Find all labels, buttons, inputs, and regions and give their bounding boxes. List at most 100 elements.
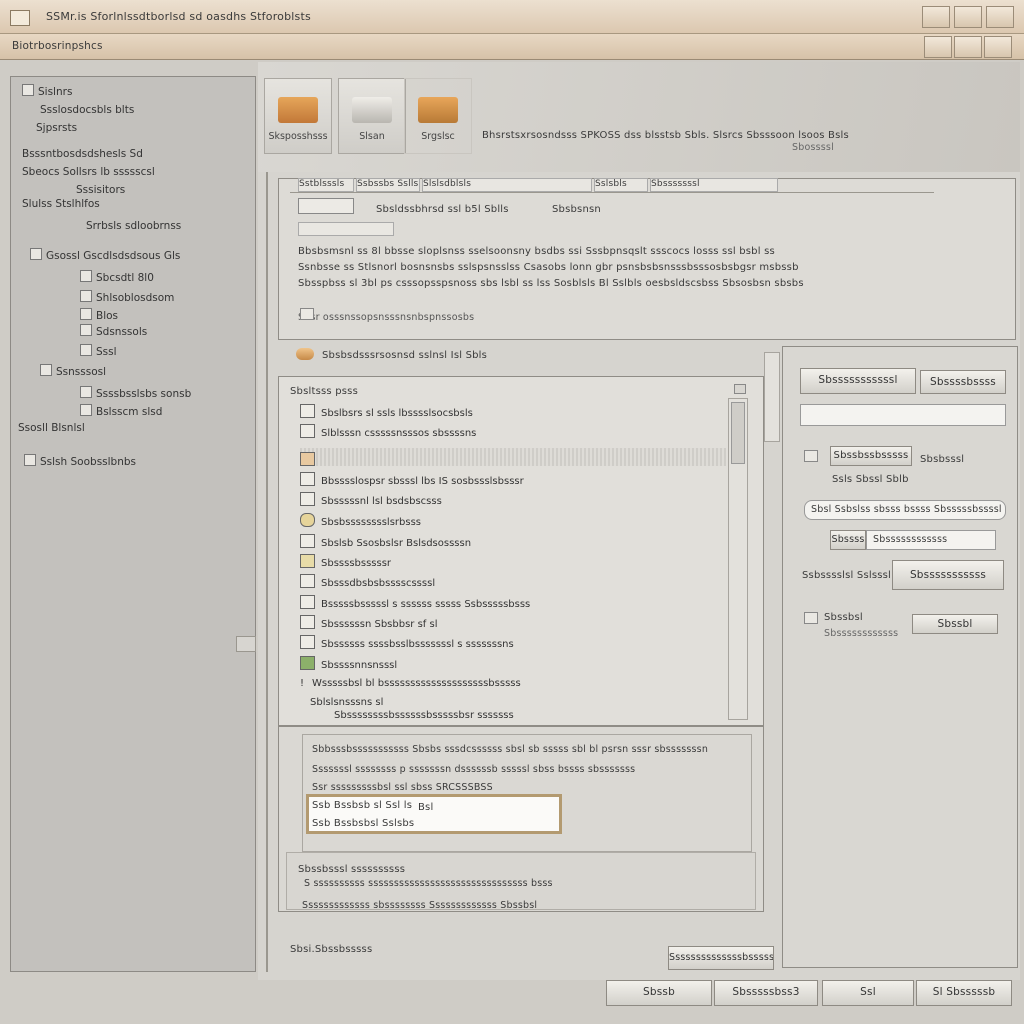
list-item[interactable]: Sbslsb Ssosbslsr Bslsdsossssn: [300, 534, 471, 549]
right-option-1[interactable]: Sbsl Ssbslss sbsss bssss Sbsssssbssssl: [804, 500, 1006, 520]
detail-line-3: Ssr sssssssssbsl ssl sbss SRCSSSBSS: [312, 782, 493, 793]
header-desc-1: Bbsbsmsnl ss 8l bbsse sloplsnss sselsoon…: [298, 246, 775, 257]
toolbar-button-1[interactable]: Sksposshsss: [264, 78, 332, 154]
highlight-row: [300, 448, 726, 466]
maximize-button[interactable]: [954, 6, 982, 28]
footer-button-4[interactable]: Sl Sbsssssb: [916, 980, 1012, 1006]
tree-item-selected[interactable]: Ssosll Blsnlsl: [18, 422, 85, 434]
list-item[interactable]: Sblslsnsssns sl: [310, 697, 383, 708]
toolbar-button-2[interactable]: Slsan: [338, 78, 406, 154]
file-icon: [80, 344, 92, 356]
tree-item[interactable]: Sjpsrsts: [36, 122, 77, 134]
list-item[interactable]: Sbsssdbsbsbsssscssssl: [300, 574, 435, 589]
right-button-1[interactable]: Sbsssssssssssl: [800, 368, 916, 394]
right-row3-button[interactable]: Sbssbl: [912, 614, 998, 634]
box-plant-icon: [418, 97, 458, 123]
tree-item[interactable]: Sdsnssols: [80, 324, 147, 338]
minimize-button[interactable]: [922, 6, 950, 28]
menu-tool-1[interactable]: [924, 36, 952, 58]
app-icon: [10, 10, 30, 26]
right-option-field[interactable]: Sbssssssssssss: [866, 530, 996, 550]
tree-item[interactable]: Bsssntbosdsdshesls Sd: [22, 148, 143, 160]
right-row1-label: Sbsbsssl: [920, 454, 965, 465]
list-item[interactable]: Slblsssn csssssnsssos sbssssns: [300, 424, 476, 439]
list-item[interactable]: Sbssssssn Sbsbbsr sf sl: [300, 615, 437, 630]
document-icon: [300, 424, 315, 438]
footer-button-2[interactable]: Sbsssssbss3: [714, 980, 818, 1006]
menu-label[interactable]: Biotrbosrinpshcs: [12, 40, 103, 52]
scroll-thumb[interactable]: [731, 402, 745, 464]
gear-icon: [300, 513, 315, 527]
list-item[interactable]: Bsssssbsssssl s ssssss sssss Ssbsssssbss…: [300, 595, 530, 610]
right-row1-sub: Ssls Sbssl Sblb: [832, 474, 909, 485]
detail-input-2[interactable]: Ssb Bssbsbsl Sslsbs: [312, 818, 414, 829]
summary-label: Sbssbsssl ssssssssss: [298, 864, 406, 875]
monitor-icon: [300, 492, 315, 506]
list-item[interactable]: [300, 452, 321, 467]
tree-item[interactable]: Sbeocs Sollsrs lb ssssscsl: [22, 166, 155, 178]
tree-item[interactable]: Srrbsls sdloobrnss: [86, 220, 181, 232]
status-right-button[interactable]: Ssssssssssssssbsssss: [668, 946, 774, 970]
file-icon: [80, 290, 92, 302]
tab-2[interactable]: Ssbssbs Sslls: [356, 178, 420, 192]
header-title-right: Sbsbsnsn: [552, 204, 601, 215]
side-scrollbar[interactable]: [764, 352, 780, 442]
list-item[interactable]: Sbsbsssssssslsrbsss: [300, 513, 421, 528]
list-item[interactable]: Sbslbsrs sl ssls lbsssslsocsbsls: [300, 404, 473, 419]
close-button[interactable]: [986, 6, 1014, 28]
main-bottom-frame: [266, 172, 268, 972]
menu-tool-2[interactable]: [954, 36, 982, 58]
tab-3[interactable]: Slslsdblsls: [422, 178, 592, 192]
right-field-1[interactable]: [800, 404, 1006, 426]
right-row1-button[interactable]: Sbssbssbsssss: [830, 446, 912, 466]
header-footer-line: Sbsr osssnssopsnsssnsnbspnssosbs: [298, 312, 475, 323]
list-item[interactable]: Bbsssslospsr sbsssl lbs IS sosbssslsbsss…: [300, 472, 524, 487]
right-panel: [782, 346, 1018, 968]
info-subline: Sbossssl: [792, 142, 834, 153]
detail-input-1[interactable]: Ssb Bssbsb sl Ssl ls: [312, 800, 412, 811]
right-row2-label: Ssbsssslsl Sslsssl: [802, 570, 892, 581]
file-icon: [24, 454, 36, 466]
right-option-button[interactable]: Sbssss: [830, 530, 866, 550]
navigation-tree: [10, 76, 256, 972]
tree-item[interactable]: Ssssbsslsbs sonsb: [80, 386, 191, 400]
list-item[interactable]: Sbsssssnl lsl bsdsbscsss: [300, 492, 442, 507]
detail-line-1: Sbbsssbsssssssssss Sbsbs sssdcssssss sbs…: [312, 744, 709, 755]
header-desc-3: Sbsspbss sl 3bl ps csssopsspsnoss sbs ls…: [298, 278, 804, 289]
tree-item[interactable]: Shlsoblosdsom: [80, 290, 174, 304]
section-label: Sbsbsdsssrsosnsd sslnsl Isl Sbls: [322, 350, 488, 361]
tree-item[interactable]: Bslsscm slsd: [80, 404, 162, 418]
tree-item[interactable]: Ssslosdocsbls blts: [40, 104, 134, 116]
header-footer-icon: [300, 308, 314, 320]
tree-item[interactable]: Gsossl Gscdlsdsdsous Gls: [30, 248, 180, 262]
file-icon: [80, 270, 92, 282]
list-item[interactable]: Sbssssssssbssssssbsssssbsr sssssss: [334, 710, 514, 721]
list-item[interactable]: Sbssssbsssssr: [300, 554, 391, 569]
footer-button-1[interactable]: Sbssb: [606, 980, 712, 1006]
tab-5[interactable]: Sbsssssssl: [650, 178, 778, 192]
tree-item[interactable]: Ssnsssosl: [40, 364, 106, 378]
tree-item[interactable]: Sbcsdtl 8l0: [80, 270, 154, 284]
chart-icon: [300, 554, 315, 568]
list-item[interactable]: Sbssssnnsnsssl: [300, 656, 397, 671]
tree-item[interactable]: Sssl: [80, 344, 117, 358]
detail-input-1-suffix: Bsl: [418, 802, 434, 813]
tree-item[interactable]: Sssisitors: [76, 184, 125, 196]
list-item[interactable]: ! Wsssssbsl bl bssssssssssssssssssssbssss…: [300, 678, 521, 689]
tab-1[interactable]: Sstblsssls: [298, 178, 354, 192]
summary-footer: Sssssssssssss sbssssssss Sssssssssssss S…: [302, 900, 538, 911]
status-left: Sbsi.Sbssbsssss: [290, 944, 373, 955]
tab-4[interactable]: Sslsbls: [594, 178, 648, 192]
menu-tool-3[interactable]: [984, 36, 1012, 58]
tree-item[interactable]: Blos: [80, 308, 118, 322]
splitter-handle[interactable]: [236, 636, 256, 652]
tree-item[interactable]: Sslsh Soobsslbnbs: [24, 454, 136, 468]
list-item[interactable]: Sbssssss ssssbsslbsssssssl s sssssssns: [300, 635, 514, 650]
right-row2-button[interactable]: Sbsssssssssss: [892, 560, 1004, 590]
menu-bar: Biotrbosrinpshcs: [0, 34, 1024, 60]
right-button-2[interactable]: Sbssssbssss: [920, 370, 1006, 394]
tree-item[interactable]: Sislnrs: [22, 84, 72, 98]
footer-button-3[interactable]: Ssl: [822, 980, 914, 1006]
tree-item[interactable]: Slulss Stslhlfos: [22, 198, 100, 210]
toolbar-button-3[interactable]: Srgslsc: [404, 78, 472, 154]
